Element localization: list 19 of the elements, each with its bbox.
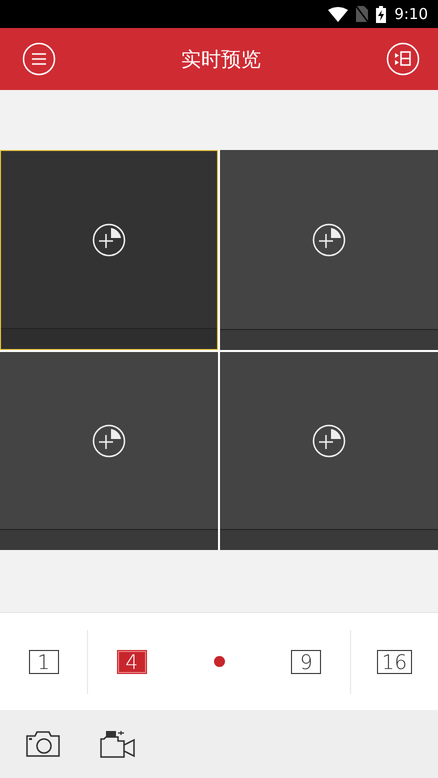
no-sim-icon bbox=[356, 6, 368, 22]
video-camera-icon[interactable] bbox=[100, 730, 136, 758]
layout-button[interactable]: 16 bbox=[376, 650, 412, 674]
menu-button[interactable] bbox=[22, 42, 56, 76]
add-camera-icon[interactable] bbox=[92, 424, 126, 458]
record-dot bbox=[214, 656, 224, 667]
add-camera-icon[interactable] bbox=[92, 222, 126, 256]
wifi-icon bbox=[328, 6, 348, 22]
battery-charging-icon bbox=[376, 6, 386, 22]
add-camera-icon[interactable] bbox=[312, 424, 346, 458]
add-camera-icon[interactable] bbox=[312, 222, 346, 256]
page-title: 实时预览 bbox=[181, 46, 261, 72]
video-window[interactable] bbox=[0, 150, 218, 350]
layout-button[interactable]: 9 bbox=[291, 650, 322, 674]
layout-button[interactable]: 4 bbox=[116, 650, 147, 674]
layout-button[interactable]: 1 bbox=[28, 650, 59, 674]
clock-time: 9:10 bbox=[394, 5, 428, 23]
playback-list-button[interactable] bbox=[386, 42, 420, 76]
camera-icon[interactable] bbox=[26, 731, 60, 757]
